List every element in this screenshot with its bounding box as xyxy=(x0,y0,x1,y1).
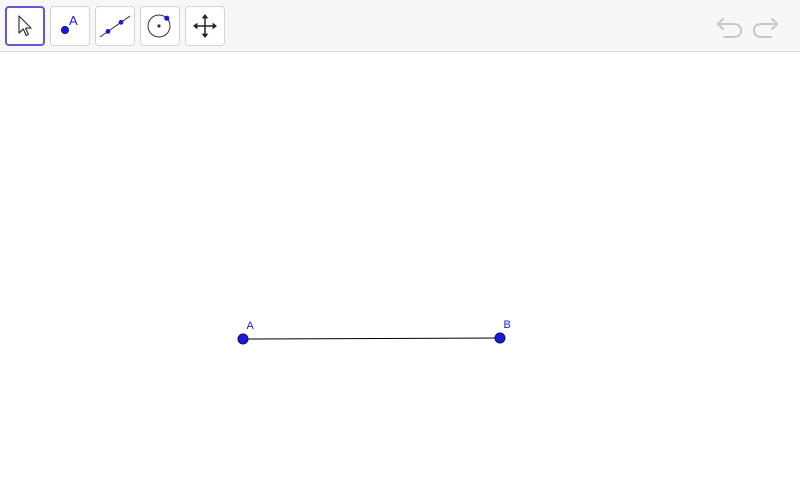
geogebra-app: A A B xyxy=(0,0,800,500)
undo-button[interactable] xyxy=(712,10,746,42)
undo-icon xyxy=(717,18,743,38)
line-tool-button[interactable] xyxy=(95,6,135,46)
line-through-two-points-icon xyxy=(99,15,131,38)
redo-icon xyxy=(752,18,778,38)
move-tool-button[interactable] xyxy=(5,6,45,46)
point-tool-label: A xyxy=(69,13,78,28)
redo-button[interactable] xyxy=(749,10,783,42)
toolbar: A xyxy=(0,0,800,52)
circle-tool-button[interactable] xyxy=(140,6,180,46)
point-b[interactable] xyxy=(494,332,506,344)
graphics-view[interactable]: A B xyxy=(0,53,800,500)
cursor-arrow-icon xyxy=(18,15,32,37)
circle-center-point-icon xyxy=(147,14,171,38)
move-cross-arrows-icon xyxy=(193,14,217,38)
point-b-label: B xyxy=(504,319,511,331)
point-icon: A xyxy=(61,13,78,34)
move-graphics-view-button[interactable] xyxy=(185,6,225,46)
point-a-label: A xyxy=(247,320,255,332)
segment-a-b[interactable] xyxy=(242,337,501,340)
point-a[interactable] xyxy=(237,333,249,345)
point-tool-button[interactable]: A xyxy=(50,6,90,46)
